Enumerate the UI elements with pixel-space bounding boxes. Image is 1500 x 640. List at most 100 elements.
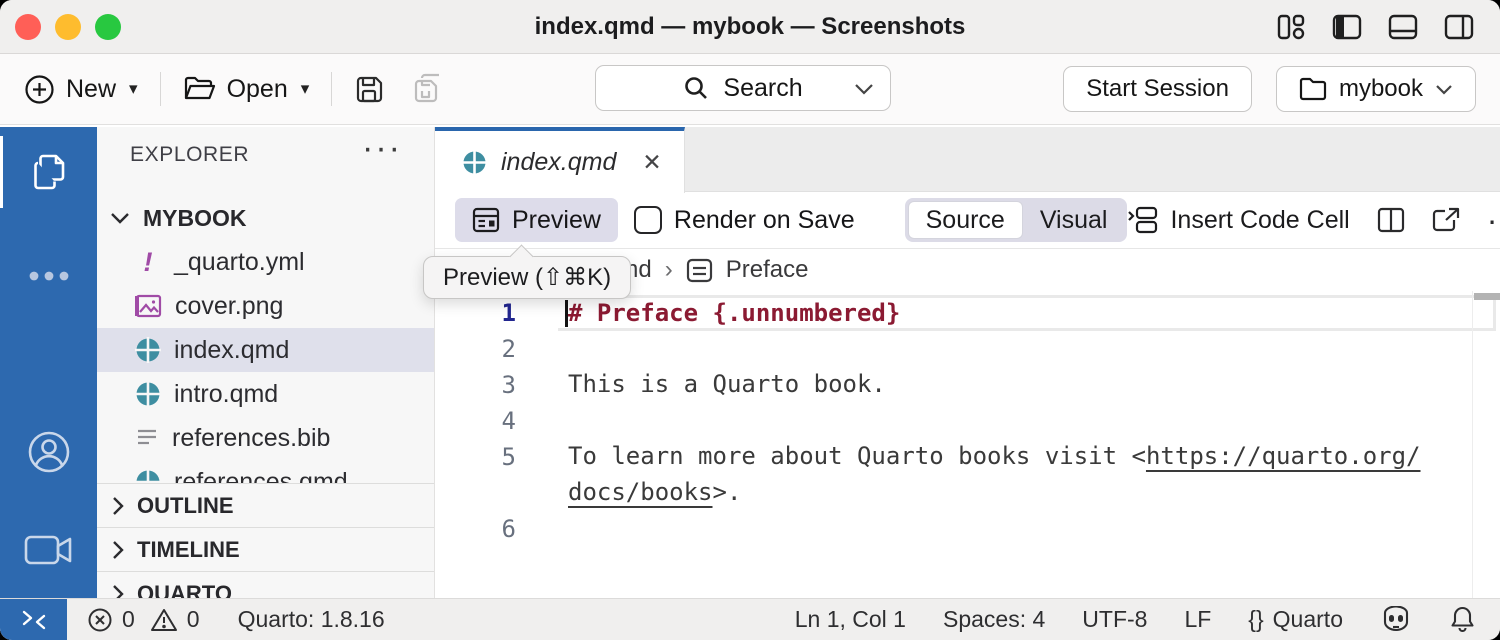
eol-status[interactable]: LF xyxy=(1184,606,1211,633)
tab-index-qmd[interactable]: index.qmd ✕ xyxy=(435,127,685,193)
problems-status[interactable]: 0 0 xyxy=(87,606,200,633)
language-mode-status[interactable]: {} Quarto xyxy=(1248,606,1343,633)
source-mode-button[interactable]: Source xyxy=(908,201,1023,239)
section-label: QUARTO xyxy=(137,581,232,599)
close-tab-icon[interactable]: ✕ xyxy=(642,149,661,176)
file-name: references.bib xyxy=(172,424,330,453)
cursor-position-status[interactable]: Ln 1, Col 1 xyxy=(795,606,906,633)
code-line[interactable]: 3This is a Quarto book. xyxy=(435,367,1500,403)
account-icon[interactable] xyxy=(0,414,97,490)
remote-indicator[interactable] xyxy=(0,599,67,640)
insert-code-cell-icon xyxy=(1127,206,1159,234)
braces-icon: {} xyxy=(1248,606,1263,633)
code-editor[interactable]: 1# Preface {.unnumbered}23This is a Quar… xyxy=(435,291,1500,598)
indentation-status[interactable]: Spaces: 4 xyxy=(943,606,1045,633)
error-count: 0 xyxy=(122,606,135,633)
encoding-status[interactable]: UTF-8 xyxy=(1082,606,1147,633)
folder-icon xyxy=(1299,77,1327,101)
toggle-secondary-sidebar-icon[interactable] xyxy=(1444,13,1474,41)
explorer-more-actions-icon[interactable]: ··· xyxy=(362,129,402,168)
file-item[interactable]: !_quarto.yml xyxy=(97,240,434,284)
quarto-version-status[interactable]: Quarto: 1.8.16 xyxy=(238,606,385,633)
window-title: index.qmd — mybook — Screenshots xyxy=(0,13,1500,41)
tree-root-mybook[interactable]: MYBOOK xyxy=(97,196,434,240)
toggle-panel-icon[interactable] xyxy=(1388,13,1418,41)
code-segment: >. xyxy=(713,478,742,506)
zoom-window-button[interactable] xyxy=(95,14,121,40)
code-line[interactable]: 4 xyxy=(435,403,1500,439)
video-camera-icon[interactable] xyxy=(0,512,97,588)
error-icon xyxy=(87,607,113,633)
explorer-sidebar: EXPLORER ··· MYBOOK !_quarto.ymlcover.pn… xyxy=(97,127,435,598)
line-number xyxy=(435,475,568,511)
search-input[interactable]: Search xyxy=(595,65,891,111)
open-external-icon[interactable] xyxy=(1432,207,1460,233)
divider xyxy=(331,72,332,106)
save-icon[interactable] xyxy=(354,74,385,105)
file-item[interactable]: references.bib xyxy=(97,416,434,460)
code-segment: To learn more about Quarto books visit < xyxy=(568,442,1146,470)
insert-code-cell-label: Insert Code Cell xyxy=(1170,206,1349,235)
caret-down-icon: ▾ xyxy=(301,79,310,99)
line-number: 4 xyxy=(435,403,568,439)
split-editor-icon[interactable] xyxy=(1377,207,1405,233)
notifications-bell-icon[interactable] xyxy=(1449,605,1476,634)
warning-icon xyxy=(150,607,178,633)
code-line[interactable]: 1# Preface {.unnumbered} xyxy=(435,295,1500,331)
start-session-button[interactable]: Start Session xyxy=(1063,66,1252,112)
breadcrumb-heading[interactable]: Preface xyxy=(726,256,809,284)
visual-mode-button[interactable]: Visual xyxy=(1023,201,1125,239)
sidebar-section-timeline[interactable]: TIMELINE xyxy=(97,527,434,571)
sidebar-section-outline[interactable]: OUTLINE xyxy=(97,483,434,527)
insert-code-cell-button[interactable]: Insert Code Cell xyxy=(1127,206,1349,235)
activity-bar xyxy=(0,127,97,598)
more-actions-icon[interactable]: ··· xyxy=(1487,210,1500,230)
toggle-primary-sidebar-icon[interactable] xyxy=(1332,13,1362,41)
more-activity-icon[interactable] xyxy=(0,238,97,314)
quarto-file-icon xyxy=(135,337,161,363)
preview-button[interactable]: Preview xyxy=(455,198,618,242)
editor-group: index.qmd ✕ Preview Render on Save xyxy=(435,127,1500,598)
copilot-icon[interactable] xyxy=(1380,606,1412,633)
chevron-right-icon xyxy=(112,584,125,599)
chevron-right-icon xyxy=(112,496,125,516)
image-file-icon xyxy=(135,294,162,318)
quarto-file-icon xyxy=(135,381,161,407)
new-button[interactable]: New ▾ xyxy=(24,74,138,105)
file-item[interactable]: index.qmd xyxy=(97,328,434,372)
code-line[interactable]: 6 xyxy=(435,511,1500,547)
customize-layout-icon[interactable] xyxy=(1276,13,1306,41)
code-line[interactable]: 2 xyxy=(435,331,1500,367)
folder-open-icon xyxy=(183,75,216,103)
chevron-down-icon xyxy=(1435,84,1453,95)
line-number: 2 xyxy=(435,331,568,367)
editor-scrollbar[interactable] xyxy=(1472,291,1500,598)
minimize-window-button[interactable] xyxy=(55,14,81,40)
divider xyxy=(160,72,161,106)
code-line[interactable]: docs/books>. xyxy=(435,475,1500,511)
chevron-right-icon: › xyxy=(665,256,673,284)
preview-button-label: Preview xyxy=(512,206,601,235)
titlebar: index.qmd — mybook — Screenshots xyxy=(0,0,1500,54)
quarto-version-label: Quarto: 1.8.16 xyxy=(238,606,385,633)
open-button[interactable]: Open ▾ xyxy=(183,75,310,104)
explorer-activity-icon[interactable] xyxy=(0,134,97,210)
source-mode-label: Source xyxy=(926,206,1005,235)
open-button-label: Open xyxy=(227,75,288,104)
source-visual-toggle: Source Visual xyxy=(905,198,1128,242)
start-session-label: Start Session xyxy=(1086,75,1229,103)
file-list: !_quarto.ymlcover.pngindex.qmdintro.qmd r… xyxy=(97,240,434,504)
window-controls xyxy=(15,14,121,40)
save-all-icon[interactable] xyxy=(409,73,443,105)
render-on-save-checkbox[interactable] xyxy=(634,206,662,234)
code-line[interactable]: 5To learn more about Quarto books visit … xyxy=(435,439,1500,475)
caret-down-icon: ▾ xyxy=(129,79,138,99)
file-item[interactable]: cover.png xyxy=(97,284,434,328)
line-number: 1 xyxy=(435,295,568,331)
close-window-button[interactable] xyxy=(15,14,41,40)
symbol-heading-icon xyxy=(686,258,713,283)
sidebar-section-quarto[interactable]: QUARTO xyxy=(97,571,434,598)
project-selector-button[interactable]: mybook xyxy=(1276,66,1476,112)
file-item[interactable]: intro.qmd xyxy=(97,372,434,416)
scrollbar-thumb[interactable] xyxy=(1474,293,1500,300)
